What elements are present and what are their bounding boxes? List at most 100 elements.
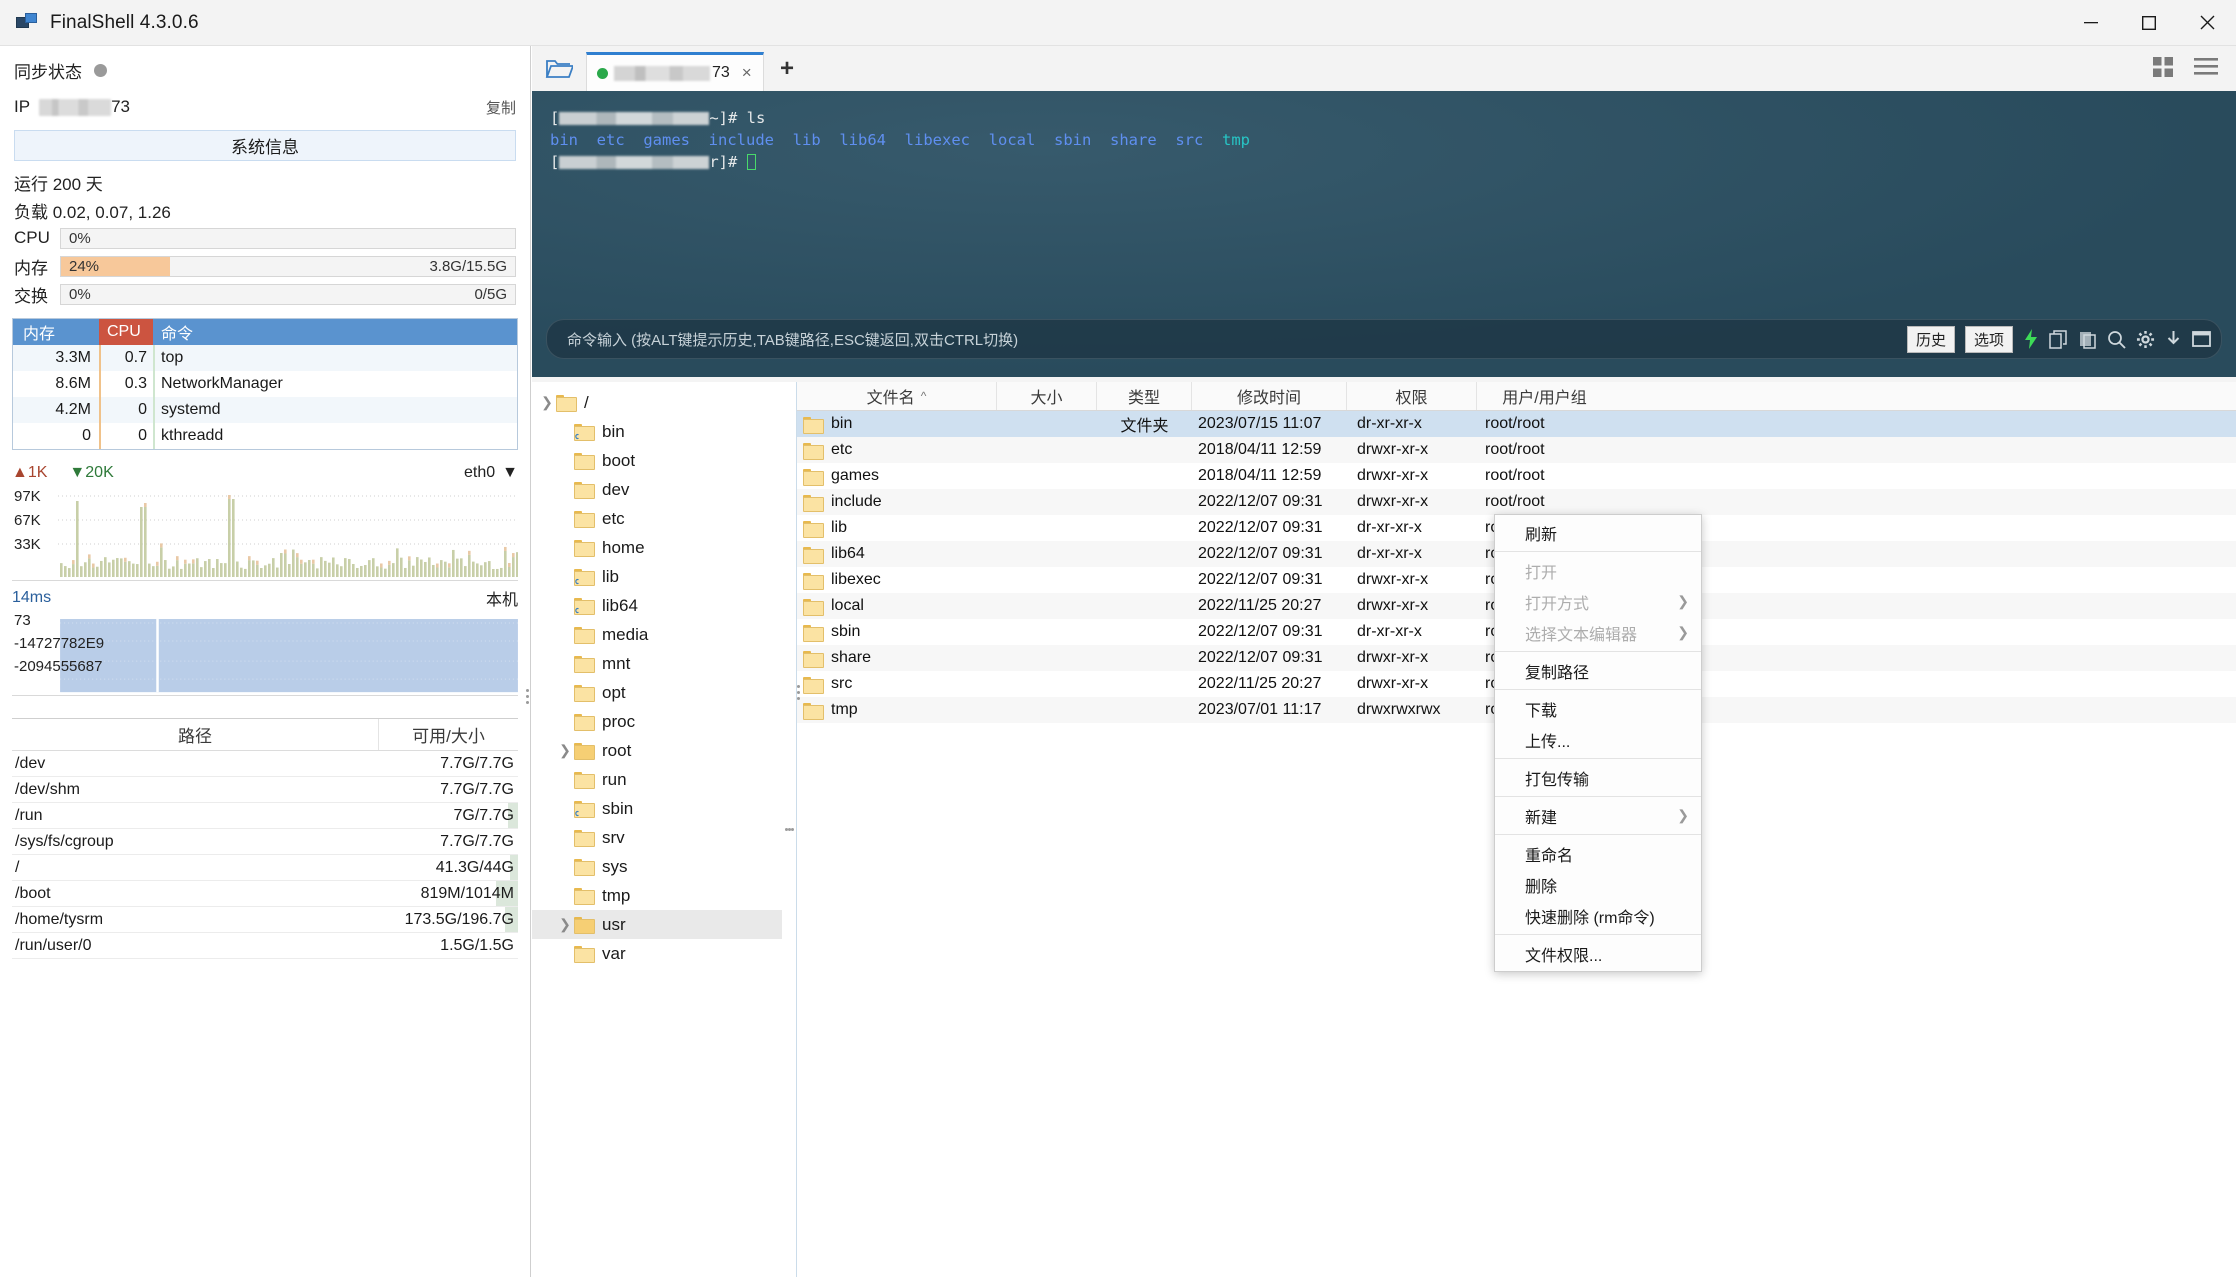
copy-ip-button[interactable]: 复制 (486, 97, 516, 118)
tree-node-tmp[interactable]: tmp (532, 881, 782, 910)
tree-node-opt[interactable]: opt (532, 678, 782, 707)
disk-row[interactable]: /home/tysrm 173.5G/196.7G (12, 907, 518, 933)
process-header-memory[interactable]: 内存 (13, 319, 99, 345)
tree-node-label: / (584, 392, 589, 412)
gear-icon[interactable] (2136, 330, 2155, 349)
tree-node-boot[interactable]: boot (532, 446, 782, 475)
tree-node-dev[interactable]: dev (532, 475, 782, 504)
column-header-modified[interactable]: 修改时间 (1192, 382, 1347, 410)
context-menu-item-新建[interactable]: 新建 ❯ (1495, 800, 1701, 831)
process-header-cpu[interactable]: CPU (99, 319, 153, 345)
system-info-button[interactable]: 系统信息 (14, 130, 516, 161)
disk-row[interactable]: /dev 7.7G/7.7G (12, 751, 518, 777)
tree-splitter[interactable] (782, 382, 796, 1277)
file-name: games (831, 467, 880, 484)
sidebar-vertical-splitter[interactable] (526, 686, 531, 707)
file-name: sbin (831, 623, 861, 640)
bolt-icon[interactable] (2023, 329, 2039, 349)
process-row[interactable]: 0 0 kthreadd (13, 423, 517, 449)
column-header-type[interactable]: 类型 (1097, 382, 1192, 410)
disk-row[interactable]: /sys/fs/cgroup 7.7G/7.7G (12, 829, 518, 855)
terminal-tab[interactable]: 73 × (586, 52, 764, 91)
tree-expand-chevron-icon[interactable]: ❯ (556, 916, 574, 933)
folder-icon (803, 416, 824, 434)
context-menu-item-文件权限[interactable]: 文件权限... (1495, 938, 1701, 969)
context-menu-item-上传[interactable]: 上传... (1495, 724, 1701, 755)
file-row[interactable]: etc 2018/04/11 12:59 drwxr-xr-x root/root (797, 437, 2236, 463)
disk-header-size[interactable]: 可用/大小 (378, 719, 518, 750)
sort-ascending-icon: ^ (920, 389, 927, 403)
terminal-dir-sbin: sbin (1054, 131, 1110, 149)
tree-node-mnt[interactable]: mnt (532, 649, 782, 678)
process-row[interactable]: 8.6M 0.3 NetworkManager (13, 371, 517, 397)
column-header-size[interactable]: 大小 (997, 382, 1097, 410)
tree-node-etc[interactable]: etc (532, 504, 782, 533)
disk-row[interactable]: /dev/shm 7.7G/7.7G (12, 777, 518, 803)
network-interface-selector[interactable]: eth0 ▼ (464, 464, 518, 482)
context-menu-item-删除[interactable]: 删除 (1495, 869, 1701, 900)
disk-row[interactable]: / 41.3G/44G (12, 855, 518, 881)
file-list-left-splitter[interactable] (797, 682, 802, 703)
tree-node-root[interactable]: ❯ root (532, 736, 782, 765)
copy-icon[interactable] (2049, 329, 2068, 349)
folder-open-icon[interactable] (532, 46, 586, 91)
process-header-command[interactable]: 命令 (153, 319, 517, 345)
tree-expand-chevron-icon[interactable]: ❯ (538, 394, 556, 411)
tab-close-icon[interactable]: × (742, 63, 752, 83)
tree-node-usr[interactable]: ❯ usr (532, 910, 782, 939)
download-icon[interactable] (2165, 330, 2182, 349)
folder-icon (803, 468, 824, 486)
file-row[interactable]: include 2022/12/07 09:31 drwxr-xr-x root/ro… (797, 489, 2236, 515)
file-row[interactable]: bin 文件夹 2023/07/15 11:07 dr-xr-xr-x root/roo… (797, 411, 2236, 437)
new-tab-button[interactable]: + (780, 55, 794, 83)
minimize-button[interactable] (2062, 0, 2120, 46)
file-list-header: 文件名 ^ 大小 类型 修改时间 权限 用户/用户组 (797, 382, 2236, 411)
context-menu-item-复制路径[interactable]: 复制路径 (1495, 655, 1701, 686)
tree-node-sbin[interactable]: sbin (532, 794, 782, 823)
folder-icon (574, 569, 595, 586)
file-row[interactable]: games 2018/04/11 12:59 drwxr-xr-x root/root (797, 463, 2236, 489)
disk-row[interactable]: /boot 819M/1014M (12, 881, 518, 907)
tree-node-proc[interactable]: proc (532, 707, 782, 736)
process-row[interactable]: 3.3M 0.7 top (13, 345, 517, 371)
maximize-button[interactable] (2120, 0, 2178, 46)
file-size-cell (997, 463, 1097, 489)
tree-node-srv[interactable]: srv (532, 823, 782, 852)
context-menu-item-下载[interactable]: 下载 (1495, 693, 1701, 724)
tree-node-sys[interactable]: sys (532, 852, 782, 881)
process-row[interactable]: 4.2M 0 systemd (13, 397, 517, 423)
grid-icon[interactable] (2152, 56, 2174, 83)
terminal-output[interactable]: [~]# ls bin etc games include lib lib64 … (532, 91, 2236, 377)
disk-row[interactable]: /run 7G/7.7G (12, 803, 518, 829)
file-permissions-cell: drwxr-xr-x (1357, 467, 1429, 484)
tree-node-var[interactable]: var (532, 939, 782, 968)
file-permissions-cell: dr-xr-xr-x (1357, 415, 1422, 432)
window-icon[interactable] (2192, 331, 2211, 347)
tree-node-home[interactable]: home (532, 533, 782, 562)
paste-icon[interactable] (2078, 330, 2097, 349)
tree-node-lib[interactable]: lib (532, 562, 782, 591)
command-history-button[interactable]: 历史 (1906, 325, 1955, 353)
file-permissions-cell: dr-xr-xr-x (1357, 545, 1422, 562)
tree-node-bin[interactable]: bin (532, 417, 782, 446)
terminal-dir-etc: etc (596, 131, 644, 149)
column-header-owner[interactable]: 用户/用户组 (1477, 382, 1612, 410)
tree-node-run[interactable]: run (532, 765, 782, 794)
context-menu-item-快速删除rm命令[interactable]: 快速删除 (rm命令) (1495, 900, 1701, 931)
context-menu-item-打包传输[interactable]: 打包传输 (1495, 762, 1701, 793)
disk-header-path[interactable]: 路径 (12, 719, 378, 750)
context-menu-item-刷新[interactable]: 刷新 (1495, 517, 1701, 548)
disk-row[interactable]: /run/user/0 1.5G/1.5G (12, 933, 518, 959)
context-menu-item-重命名[interactable]: 重命名 (1495, 838, 1701, 869)
hamburger-menu-icon[interactable] (2194, 57, 2218, 82)
tree-node-media[interactable]: media (532, 620, 782, 649)
command-input-bar[interactable]: 命令输入 (按ALT键提示历史,TAB键路径,ESC键返回,双击CTRL切换) … (546, 319, 2222, 359)
tree-expand-chevron-icon[interactable]: ❯ (556, 742, 574, 759)
command-options-button[interactable]: 选项 (1964, 325, 2013, 353)
close-button[interactable] (2178, 0, 2236, 46)
tree-node-root[interactable]: ❯ / (532, 388, 782, 417)
tree-node-lib64[interactable]: lib64 (532, 591, 782, 620)
column-header-permissions[interactable]: 权限 (1347, 382, 1477, 410)
search-icon[interactable] (2107, 330, 2126, 349)
column-header-filename[interactable]: 文件名 ^ (797, 382, 997, 410)
